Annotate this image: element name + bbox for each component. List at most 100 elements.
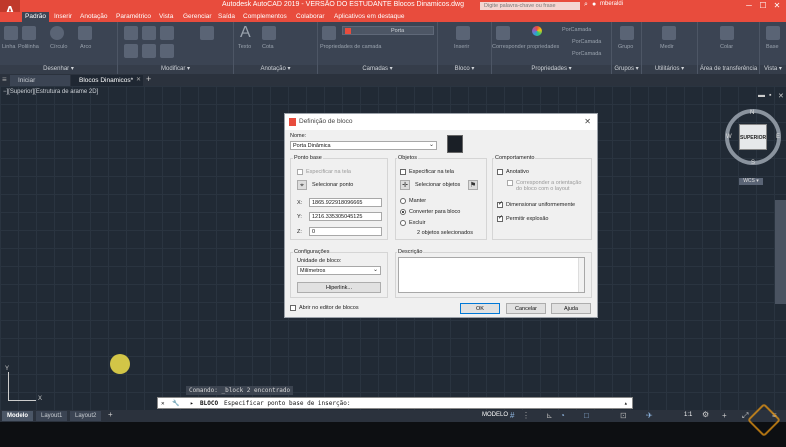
group-label-anotacao[interactable]: Anotação ▾ <box>234 65 317 74</box>
objects-specify-checkbox[interactable] <box>400 169 406 175</box>
paste-icon[interactable] <box>720 26 734 40</box>
retain-radio[interactable] <box>400 198 406 204</box>
compass-east[interactable]: E <box>776 134 780 140</box>
layer-properties-icon[interactable] <box>322 26 336 40</box>
z-input[interactable]: 0 <box>309 227 382 236</box>
name-combobox[interactable]: Porta Dinâmica <box>290 141 437 150</box>
linetype-dropdown[interactable]: PorCamada <box>572 39 601 45</box>
model-space-button[interactable]: MODELO <box>482 412 508 418</box>
cancel-button[interactable]: Cancelar <box>506 303 546 314</box>
scale-uniform-checkbox[interactable] <box>497 200 503 208</box>
dialog-title-bar[interactable]: Definição de bloco ✕ <box>285 114 597 130</box>
open-editor-checkbox[interactable] <box>290 305 296 311</box>
compass-west[interactable]: W <box>726 134 732 140</box>
compass-north[interactable]: N <box>750 110 754 116</box>
viewcube-face[interactable]: SUPERIOR <box>739 124 767 150</box>
tab-parametrico[interactable]: Paramétrico <box>113 12 154 22</box>
tab-vista[interactable]: Vista <box>156 12 176 22</box>
annotative-checkbox[interactable] <box>497 169 503 175</box>
tab-padrao[interactable]: Padrão <box>22 12 49 22</box>
compass-south[interactable]: S <box>751 160 755 166</box>
tab-saida[interactable]: Saída <box>215 12 238 22</box>
circle-icon[interactable] <box>50 26 64 40</box>
viewport-restore-icon[interactable]: ▪ <box>769 92 771 99</box>
dimension-icon[interactable] <box>262 26 276 40</box>
add-layout-button[interactable]: + <box>108 410 113 419</box>
annotation-scale[interactable]: 1:1 <box>684 412 692 418</box>
viewport-minimize-icon[interactable]: ▬ <box>758 92 765 99</box>
unit-dropdown-icon[interactable]: ⌄ <box>373 266 378 273</box>
group-label-bloco[interactable]: Bloco ▾ <box>438 65 491 74</box>
polar-icon[interactable]: ◔ <box>560 411 565 420</box>
group-label-area-transferencia[interactable]: Área de transferência <box>698 65 759 74</box>
search-icon[interactable]: ⌕ <box>584 1 588 9</box>
pick-point-button[interactable]: ⌖ <box>297 180 307 190</box>
measure-icon[interactable] <box>662 26 676 40</box>
mirror-icon[interactable] <box>142 44 156 58</box>
erase-icon[interactable] <box>200 26 214 40</box>
y-input[interactable]: 1216.335305045125 <box>309 212 382 221</box>
base-specify-checkbox[interactable] <box>297 169 303 175</box>
group-label-vista[interactable]: Vista ▾ <box>760 65 786 74</box>
tab-complementos[interactable]: Complementos <box>240 12 290 22</box>
tab-inserir[interactable]: Inserir <box>51 12 75 22</box>
group-label-propriedades[interactable]: Propriedades ▾ <box>492 65 611 74</box>
command-line[interactable]: ✕ 🔧 ▸ BLOCO Especificar ponto base de in… <box>157 397 633 409</box>
x-input[interactable]: 1865.922918096665 <box>309 198 382 207</box>
group-label-utilitarios[interactable]: Utilitários ▾ <box>642 65 697 74</box>
tab-gerenciar[interactable]: Gerenciar <box>180 12 215 22</box>
trim-icon[interactable] <box>160 26 174 40</box>
base-view-icon[interactable] <box>766 26 780 40</box>
command-settings-icon[interactable]: 🔧 <box>172 398 179 409</box>
osnap-icon[interactable]: □ <box>584 411 589 420</box>
isodraft-icon[interactable]: ⊡ <box>620 411 627 420</box>
arc-icon[interactable] <box>78 26 92 40</box>
tab-aplicativos[interactable]: Aplicativos em destaque <box>331 12 407 22</box>
group-label-desenhar[interactable]: Desenhar ▾ <box>0 65 117 74</box>
viewport-close-icon[interactable]: ✕ <box>778 92 784 100</box>
match-properties-icon[interactable] <box>496 26 510 40</box>
lineweight-dropdown[interactable]: PorCamada <box>572 51 601 57</box>
navigation-bar[interactable] <box>775 200 786 304</box>
viewport-label[interactable]: −][Superior][Estrutura de arame 2D] <box>3 89 98 95</box>
menu-icon[interactable]: ≡ <box>2 75 7 84</box>
quick-select-button[interactable]: ⚑ <box>468 180 478 190</box>
color-wheel-icon[interactable] <box>532 26 542 36</box>
insert-block-icon[interactable] <box>456 26 470 40</box>
workspace-gear-icon[interactable]: ⚙ <box>702 410 709 419</box>
delete-radio[interactable] <box>400 220 406 226</box>
user-name[interactable]: mberaldi <box>600 1 623 7</box>
convert-radio[interactable] <box>400 209 406 215</box>
layout-tab-layout1[interactable]: Layout1 <box>36 411 68 421</box>
polyline-icon[interactable] <box>22 26 36 40</box>
new-tab-button[interactable]: + <box>146 74 151 84</box>
grid-icon[interactable]: # <box>510 411 514 420</box>
hyperlink-button[interactable]: Hiperlink... <box>297 282 381 293</box>
description-scrollbar[interactable] <box>578 258 584 292</box>
doc-tab-blocos[interactable]: Blocos Dinamicos* <box>71 75 143 86</box>
move-icon[interactable] <box>124 26 138 40</box>
layout-tab-modelo[interactable]: Modelo <box>2 411 33 421</box>
allow-explode-checkbox[interactable] <box>497 214 503 222</box>
doc-tab-iniciar[interactable]: Iniciar <box>10 75 70 86</box>
text-icon[interactable]: A <box>240 24 251 42</box>
group-label-modificar[interactable]: Modificar ▾ <box>118 65 233 74</box>
close-button[interactable]: ✕ <box>770 0 784 12</box>
match-orientation-checkbox[interactable] <box>507 180 513 186</box>
fillet-icon[interactable] <box>160 44 174 58</box>
tab-colaborar[interactable]: Colaborar <box>293 12 328 22</box>
line-icon[interactable] <box>4 26 18 40</box>
wcs-menu[interactable]: WCS ▾ <box>739 178 763 185</box>
tab-anotacao[interactable]: Anotação <box>77 12 110 22</box>
group-icon[interactable] <box>620 26 634 40</box>
layer-dropdown[interactable]: Porta <box>342 26 434 35</box>
unit-select[interactable]: Milímetros <box>297 266 381 275</box>
ok-button[interactable]: OK <box>460 303 500 314</box>
command-history-toggle-icon[interactable]: ▴ <box>624 398 628 409</box>
name-dropdown-icon[interactable]: ⌄ <box>429 141 434 148</box>
group-label-camadas[interactable]: Camadas ▾ <box>318 65 437 74</box>
command-close-icon[interactable]: ✕ <box>161 398 165 409</box>
user-icon[interactable]: ● <box>592 1 596 8</box>
ortho-icon[interactable]: ⊾ <box>546 411 553 420</box>
color-dropdown[interactable]: PorCamada <box>562 27 591 33</box>
